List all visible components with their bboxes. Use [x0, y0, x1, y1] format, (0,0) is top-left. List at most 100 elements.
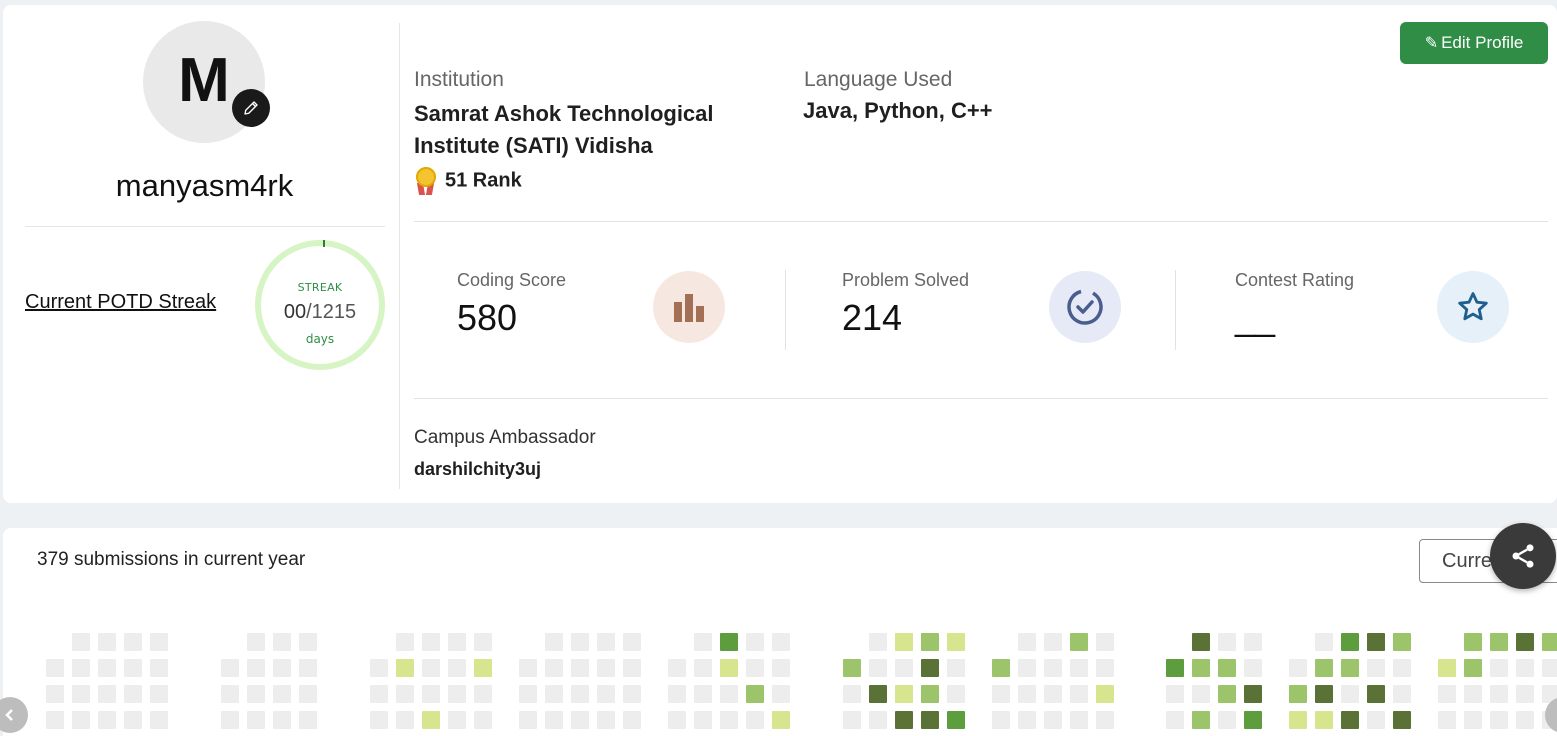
- heatmap-cell[interactable]: [869, 711, 887, 729]
- heatmap-cell[interactable]: [448, 633, 466, 651]
- heatmap-cell[interactable]: [1341, 633, 1359, 651]
- heatmap-cell[interactable]: [1218, 633, 1236, 651]
- heatmap-cell[interactable]: [1166, 711, 1184, 729]
- heatmap-cell[interactable]: [1490, 685, 1508, 703]
- heatmap-cell[interactable]: [571, 711, 589, 729]
- heatmap-cell[interactable]: [124, 633, 142, 651]
- heatmap-cell[interactable]: [597, 711, 615, 729]
- heatmap-cell[interactable]: [474, 685, 492, 703]
- heatmap-cell[interactable]: [1044, 685, 1062, 703]
- heatmap-cell[interactable]: [247, 685, 265, 703]
- heatmap-cell[interactable]: [519, 685, 537, 703]
- heatmap-cell[interactable]: [921, 685, 939, 703]
- heatmap-cell[interactable]: [1367, 685, 1385, 703]
- heatmap-cell[interactable]: [571, 659, 589, 677]
- heatmap-cell[interactable]: [1393, 633, 1411, 651]
- heatmap-cell[interactable]: [1438, 711, 1456, 729]
- heatmap-cell[interactable]: [221, 685, 239, 703]
- heatmap-cell[interactable]: [1542, 633, 1557, 651]
- heatmap-cell[interactable]: [597, 633, 615, 651]
- heatmap-cell[interactable]: [1341, 711, 1359, 729]
- heatmap-cell[interactable]: [668, 711, 686, 729]
- heatmap-cell[interactable]: [1070, 685, 1088, 703]
- heatmap-cell[interactable]: [895, 633, 913, 651]
- heatmap-cell[interactable]: [895, 685, 913, 703]
- heatmap-cell[interactable]: [921, 659, 939, 677]
- heatmap-cell[interactable]: [1516, 685, 1534, 703]
- heatmap-cell[interactable]: [422, 711, 440, 729]
- heatmap-cell[interactable]: [422, 659, 440, 677]
- heatmap-cell[interactable]: [247, 659, 265, 677]
- heatmap-cell[interactable]: [124, 711, 142, 729]
- heatmap-cell[interactable]: [720, 659, 738, 677]
- heatmap-cell[interactable]: [1341, 685, 1359, 703]
- heatmap-cell[interactable]: [370, 659, 388, 677]
- heatmap-cell[interactable]: [150, 659, 168, 677]
- heatmap-cell[interactable]: [746, 685, 764, 703]
- heatmap-cell[interactable]: [221, 659, 239, 677]
- heatmap-cell[interactable]: [1393, 711, 1411, 729]
- heatmap-cell[interactable]: [545, 711, 563, 729]
- heatmap-cell[interactable]: [124, 659, 142, 677]
- heatmap-cell[interactable]: [843, 659, 861, 677]
- heatmap-cell[interactable]: [273, 711, 291, 729]
- heatmap-cell[interactable]: [947, 659, 965, 677]
- heatmap-cell[interactable]: [895, 711, 913, 729]
- heatmap-cell[interactable]: [1341, 659, 1359, 677]
- heatmap-cell[interactable]: [746, 711, 764, 729]
- heatmap-cell[interactable]: [422, 685, 440, 703]
- heatmap-cell[interactable]: [1096, 633, 1114, 651]
- potd-streak-link[interactable]: Current POTD Streak: [25, 291, 216, 314]
- heatmap-cell[interactable]: [396, 659, 414, 677]
- heatmap-cell[interactable]: [370, 685, 388, 703]
- heatmap-cell[interactable]: [1542, 659, 1557, 677]
- heatmap-cell[interactable]: [1367, 633, 1385, 651]
- heatmap-cell[interactable]: [1044, 711, 1062, 729]
- heatmap-cell[interactable]: [597, 685, 615, 703]
- heatmap-cell[interactable]: [1315, 633, 1333, 651]
- heatmap-cell[interactable]: [299, 685, 317, 703]
- heatmap-cell[interactable]: [1438, 659, 1456, 677]
- heatmap-cell[interactable]: [1218, 711, 1236, 729]
- heatmap-cell[interactable]: [396, 633, 414, 651]
- heatmap-cell[interactable]: [448, 685, 466, 703]
- heatmap-cell[interactable]: [545, 633, 563, 651]
- heatmap-cell[interactable]: [1244, 633, 1262, 651]
- heatmap-cell[interactable]: [992, 711, 1010, 729]
- heatmap-cell[interactable]: [623, 659, 641, 677]
- heatmap-cell[interactable]: [72, 711, 90, 729]
- heatmap-cell[interactable]: [947, 711, 965, 729]
- heatmap-cell[interactable]: [46, 685, 64, 703]
- heatmap-cell[interactable]: [72, 685, 90, 703]
- heatmap-cell[interactable]: [1289, 711, 1307, 729]
- heatmap-cell[interactable]: [992, 659, 1010, 677]
- heatmap-cell[interactable]: [474, 659, 492, 677]
- heatmap-cell[interactable]: [694, 659, 712, 677]
- heatmap-cell[interactable]: [1018, 711, 1036, 729]
- heatmap-cell[interactable]: [720, 633, 738, 651]
- heatmap-cell[interactable]: [571, 685, 589, 703]
- heatmap-cell[interactable]: [273, 633, 291, 651]
- campus-ambassador-value[interactable]: darshilchity3uj: [414, 459, 541, 480]
- heatmap-cell[interactable]: [98, 711, 116, 729]
- heatmap-cell[interactable]: [1096, 659, 1114, 677]
- heatmap-cell[interactable]: [1490, 659, 1508, 677]
- heatmap-cell[interactable]: [1516, 659, 1534, 677]
- heatmap-cell[interactable]: [72, 633, 90, 651]
- heatmap-cell[interactable]: [772, 633, 790, 651]
- heatmap-cell[interactable]: [1192, 633, 1210, 651]
- heatmap-cell[interactable]: [947, 633, 965, 651]
- heatmap-cell[interactable]: [299, 711, 317, 729]
- heatmap-cell[interactable]: [1244, 659, 1262, 677]
- heatmap-cell[interactable]: [221, 711, 239, 729]
- heatmap-cell[interactable]: [1464, 711, 1482, 729]
- heatmap-cell[interactable]: [247, 711, 265, 729]
- heatmap-cell[interactable]: [1367, 659, 1385, 677]
- heatmap-cell[interactable]: [720, 685, 738, 703]
- edit-avatar-icon[interactable]: [232, 89, 270, 127]
- heatmap-cell[interactable]: [1244, 711, 1262, 729]
- heatmap-cell[interactable]: [668, 685, 686, 703]
- heatmap-cell[interactable]: [869, 685, 887, 703]
- heatmap-cell[interactable]: [150, 685, 168, 703]
- heatmap-cell[interactable]: [150, 711, 168, 729]
